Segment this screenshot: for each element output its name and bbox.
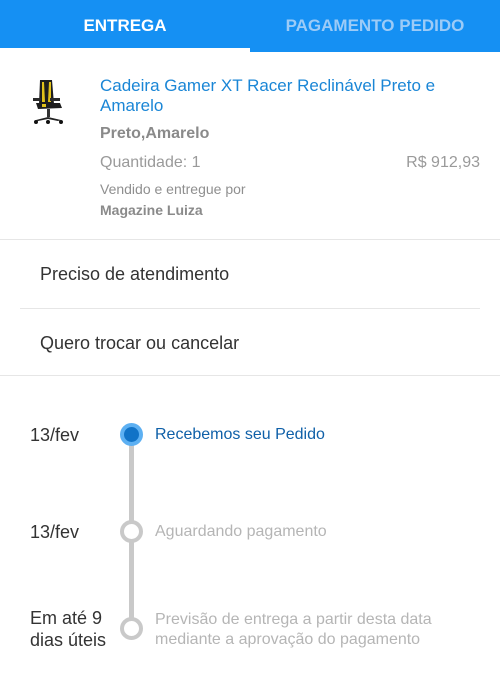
timeline-date: 13/fev [30, 522, 80, 542]
exchange-cancel-label: Quero trocar ou cancelar [40, 332, 240, 353]
product-card[interactable]: Cadeira Gamer XT Racer Reclinável Preto … [0, 52, 500, 239]
product-price: R$ 912,93 [406, 154, 480, 171]
tab-pagamento-pedido[interactable]: PAGAMENTO PEDIDO [250, 0, 500, 52]
timeline-date-line1: Em até 9 [30, 608, 103, 628]
tab-entrega[interactable]: ENTREGA [0, 0, 250, 52]
timeline-step-label-line1: Previsão de entrega a partir desta data [155, 611, 432, 628]
product-variant: Preto,Amarelo [100, 125, 210, 142]
timeline-step-done-dot [120, 423, 143, 446]
support-label: Preciso de atendimento [40, 263, 230, 284]
tab-bar: ENTREGA PAGAMENTO PEDIDO [0, 0, 500, 52]
timeline-step-label: Recebemos seu Pedido [155, 426, 325, 443]
exchange-cancel-menu-item[interactable]: Quero trocar ou cancelar [0, 309, 500, 377]
product-title-link[interactable]: Cadeira Gamer XT Racer Reclinável Preto … [100, 76, 480, 116]
divider [0, 375, 500, 376]
timeline-date-line2: dias úteis [30, 630, 107, 650]
product-quantity: Quantidade: 1 [100, 154, 201, 171]
support-menu-item[interactable]: Preciso de atendimento [0, 240, 500, 308]
timeline-step-label-line2: mediante a aprovação do pagamento [155, 631, 421, 648]
sold-by-label: Vendido e entregue por [100, 181, 246, 197]
timeline-step-pending-dot [120, 520, 143, 543]
timeline-step-label: Aguardando pagamento [155, 523, 327, 540]
gamer-chair-icon [33, 80, 63, 124]
tab-pagamento-label: PAGAMENTO PEDIDO [285, 16, 465, 35]
tab-entrega-label: ENTREGA [83, 16, 167, 35]
seller-name: Magazine Luiza [100, 202, 203, 218]
timeline-date: 13/fev [30, 425, 80, 445]
timeline-step-pending-dot [120, 617, 143, 640]
